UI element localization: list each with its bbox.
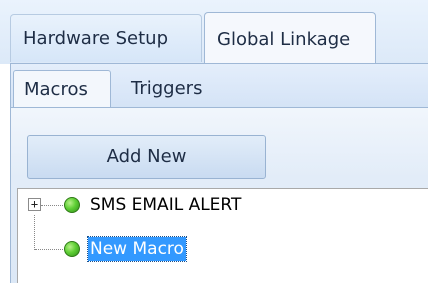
tab-macros[interactable]: Macros bbox=[13, 70, 111, 108]
tree-item-new-macro[interactable]: New Macro bbox=[18, 235, 418, 263]
macros-panel: Add New + SMS EMAIL ALERT New Macro bbox=[11, 107, 428, 283]
tab-macros-label: Macros bbox=[24, 79, 88, 100]
status-green-icon bbox=[64, 241, 80, 257]
tree-item-sms-email-alert[interactable]: + SMS EMAIL ALERT bbox=[18, 191, 418, 219]
global-linkage-panel: Macros Triggers Add New + SMS EMAIL ALER… bbox=[10, 63, 428, 283]
add-new-button[interactable]: Add New bbox=[27, 135, 266, 179]
tab-triggers-label: Triggers bbox=[131, 78, 203, 99]
tab-hardware-setup[interactable]: Hardware Setup bbox=[10, 14, 202, 62]
tab-hardware-setup-label: Hardware Setup bbox=[23, 28, 169, 49]
tab-global-linkage[interactable]: Global Linkage bbox=[204, 12, 376, 64]
expand-icon[interactable]: + bbox=[28, 198, 41, 211]
tree-item-label: New Macro bbox=[87, 236, 187, 262]
tab-triggers[interactable]: Triggers bbox=[123, 70, 233, 108]
macro-tree[interactable]: + SMS EMAIL ALERT New Macro bbox=[17, 188, 428, 283]
outer-tab-strip: Hardware Setup Global Linkage bbox=[0, 0, 428, 64]
inner-tab-strip: Macros Triggers bbox=[11, 64, 428, 108]
status-green-icon bbox=[64, 197, 80, 213]
tree-item-label: SMS EMAIL ALERT bbox=[90, 195, 242, 215]
linkage-window: Hardware Setup Global Linkage Macros Tri… bbox=[0, 0, 428, 283]
tab-global-linkage-label: Global Linkage bbox=[217, 29, 351, 50]
